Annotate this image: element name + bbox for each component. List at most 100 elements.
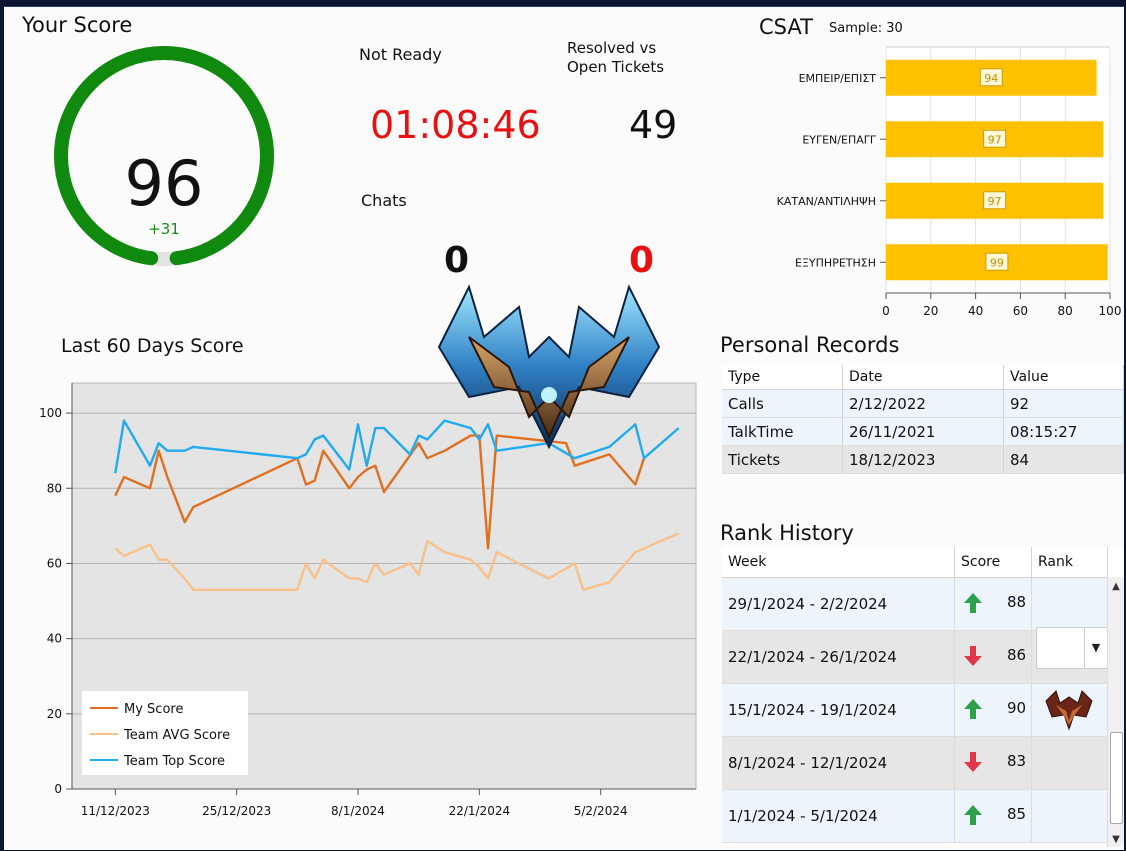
dashboard-window: Your Score 96 +31 Not Ready 01:08:46 Res…	[4, 6, 1124, 850]
csat-category-label: ΕΞΥΠΗΡΕΤΗΣΗ	[795, 256, 876, 269]
csat-title: CSAT	[759, 15, 813, 39]
records-cell-value: 08:15:27	[1003, 417, 1124, 446]
csat-tick-label: 20	[923, 304, 938, 318]
rank-emblem-small-icon	[1045, 690, 1093, 731]
legend-label: My Score	[124, 702, 183, 717]
csat-value-label: 97	[988, 133, 1002, 146]
rank-cell-week: 22/1/2024 - 26/1/2024	[722, 630, 955, 684]
csat-category-label: ΚΑΤΑΝ/ΑΝΤΙΛΗΨΗ	[777, 195, 876, 208]
rank-cell-score: 83	[954, 736, 1032, 790]
records-cell-value: 92	[1003, 389, 1124, 418]
rank-history-grid: Week Score Rank 29/1/2024 - 2/2/2024 88 22…	[722, 547, 1124, 847]
rank-cell-week: 15/1/2024 - 19/1/2024	[722, 683, 955, 737]
records-cell-date: 2/12/2022	[842, 389, 1004, 418]
personal-records-table: Type Date Value Calls 2/12/2022 92 TalkT…	[722, 365, 1124, 474]
rank-cell-rank	[1031, 577, 1108, 631]
resolved-label-line2: Open Tickets	[567, 58, 665, 76]
resolved-label-line1: Resolved vs	[567, 39, 657, 57]
your-score-title: Your Score	[22, 13, 133, 37]
csat-value-label: 99	[990, 256, 1004, 269]
scroll-down-icon[interactable]: ▼	[1108, 834, 1124, 845]
csat-value-label: 97	[988, 195, 1002, 208]
arrow-up-icon	[964, 699, 982, 719]
personal-records-title: Personal Records	[720, 333, 900, 357]
rank-row[interactable]: 8/1/2024 - 12/1/2024 83	[722, 736, 1108, 790]
arrow-down-icon	[964, 752, 982, 772]
rank-cell-week: 1/1/2024 - 5/1/2024	[722, 789, 955, 843]
csat-category-label: ΕΜΠΕΙΡ/ΕΠΙΣΤ	[799, 72, 877, 85]
csat-tick-label: 0	[882, 304, 890, 318]
csat-tick-label: 100	[1099, 304, 1122, 318]
arrow-up-icon	[964, 805, 982, 825]
rank-score-value: 85	[1007, 805, 1027, 823]
rank-cell-week: 8/1/2024 - 12/1/2024	[722, 736, 955, 790]
records-cell-date: 18/12/2023	[842, 445, 1004, 474]
rank-score-value: 88	[1007, 593, 1027, 611]
x-tick-label: 25/12/2023	[202, 804, 271, 818]
csat-category-label: ΕΥΓΕΝ/ΕΠΑΓΓ	[802, 133, 877, 146]
resolved-vs-open-label: Resolved vs Open Tickets	[567, 39, 664, 77]
rank-row[interactable]: 1/1/2024 - 5/1/2024 85	[722, 789, 1108, 843]
records-cell-date: 26/11/2021	[842, 417, 1004, 446]
not-ready-timer: 01:08:46	[370, 103, 541, 147]
rank-cell-score: 86	[954, 630, 1032, 684]
records-header-row: Type Date Value	[722, 365, 1124, 390]
rank-history-title: Rank History	[720, 521, 854, 545]
rank-cell-rank	[1031, 736, 1108, 790]
rank-dropdown[interactable]: ▼	[1036, 627, 1108, 669]
rank-cell-rank	[1031, 789, 1108, 843]
arrow-down-icon	[964, 646, 982, 666]
records-cell-type: Tickets	[722, 445, 843, 474]
records-row[interactable]: TalkTime 26/11/2021 08:15:27	[722, 417, 1124, 446]
y-tick-label: 40	[47, 632, 62, 646]
records-col-type[interactable]: Type	[722, 365, 843, 390]
legend-label: Team AVG Score	[123, 728, 230, 743]
x-tick-label: 8/1/2024	[331, 804, 385, 818]
rank-col-rank[interactable]: Rank	[1031, 547, 1108, 578]
records-cell-value: 84	[1003, 445, 1124, 474]
y-tick-label: 0	[54, 782, 62, 796]
records-cell-type: Calls	[722, 389, 843, 418]
y-tick-label: 80	[47, 481, 62, 495]
records-row[interactable]: Calls 2/12/2022 92	[722, 389, 1124, 418]
not-ready-label: Not Ready	[359, 45, 442, 64]
rank-cell-score: 90	[954, 683, 1032, 737]
rank-emblem-icon	[437, 284, 661, 450]
rank-score-value: 83	[1007, 752, 1027, 770]
scroll-up-icon[interactable]: ▲	[1108, 581, 1124, 592]
rank-col-score[interactable]: Score	[954, 547, 1032, 578]
records-col-value[interactable]: Value	[1003, 365, 1124, 390]
x-tick-label: 22/1/2024	[449, 804, 511, 818]
y-tick-label: 60	[47, 556, 62, 570]
chats-count-black: 0	[444, 240, 470, 281]
x-tick-label: 5/2/2024	[574, 804, 628, 818]
line-chart-title: Last 60 Days Score	[61, 335, 244, 357]
rank-cell-week: 29/1/2024 - 2/2/2024	[722, 577, 955, 631]
rank-history-scrollbar[interactable]: ▲ ▼	[1107, 577, 1124, 847]
csat-value-label: 94	[984, 72, 998, 85]
chats-count-red: 0	[629, 240, 655, 281]
rank-score-value: 86	[1007, 646, 1027, 664]
y-tick-label: 100	[39, 406, 62, 420]
arrow-up-icon	[964, 593, 982, 613]
rank-cell-score: 88	[954, 577, 1032, 631]
resolved-vs-open-value: 49	[629, 103, 678, 147]
csat-tick-label: 40	[968, 304, 983, 318]
rank-row[interactable]: 29/1/2024 - 2/2/2024 88	[722, 577, 1108, 631]
rank-cell-score: 85	[954, 789, 1032, 843]
chevron-down-icon[interactable]: ▼	[1084, 628, 1107, 668]
chats-label: Chats	[361, 191, 407, 210]
records-row[interactable]: Tickets 18/12/2023 84	[722, 445, 1124, 474]
rank-col-week[interactable]: Week	[722, 547, 955, 578]
csat-tick-label: 80	[1058, 304, 1073, 318]
x-tick-label: 11/12/2023	[81, 804, 150, 818]
rank-score-value: 90	[1007, 699, 1027, 717]
rank-header-row: Week Score Rank	[722, 547, 1108, 578]
csat-sample: Sample: 30	[829, 21, 903, 36]
records-cell-type: TalkTime	[722, 417, 843, 446]
csat-bar-chart: 0 20 40 60 80 100 ΕΜΠΕΙΡ/ΕΠΙΣΤ 94 ΕΥΓΕΝ/ΕΠΑΓΓ 97 Κ…	[777, 46, 1122, 318]
legend-label: Team Top Score	[123, 754, 225, 769]
csat-tick-label: 60	[1013, 304, 1028, 318]
scrollbar-thumb[interactable]	[1110, 732, 1123, 824]
records-col-date[interactable]: Date	[842, 365, 1004, 390]
